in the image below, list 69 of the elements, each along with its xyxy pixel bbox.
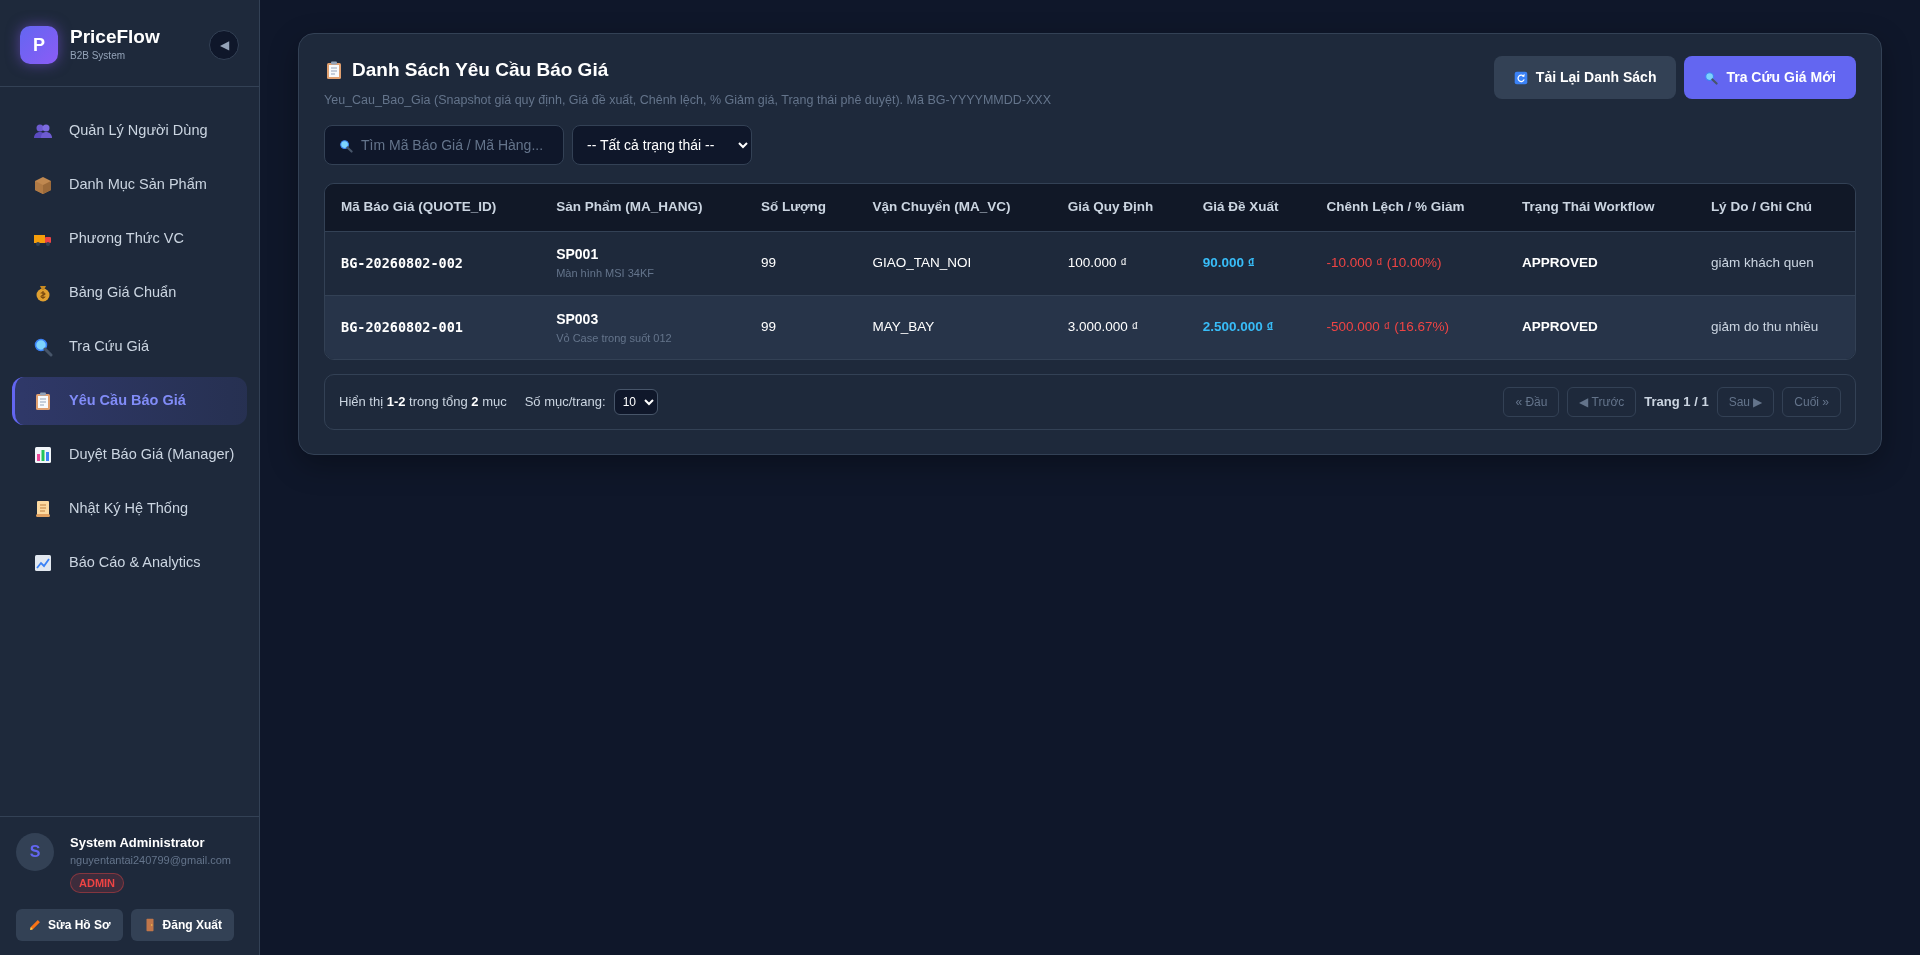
role-badge: ADMIN — [70, 872, 125, 893]
nav-item[interactable]: Nhật Ký Hệ Thống — [12, 485, 247, 533]
box-icon — [33, 175, 53, 195]
column-header: Số Lượng — [744, 184, 857, 231]
clipboard-icon — [324, 60, 344, 81]
avatar: S — [16, 832, 54, 871]
scroll-icon — [33, 499, 53, 519]
proposed-price-cell: 90.000 ₫ — [1186, 231, 1311, 295]
column-header: Mã Báo Giá (QUOTE_ID) — [325, 184, 541, 231]
logout-button[interactable]: Đăng Xuất — [130, 909, 234, 941]
quote-id-cell: BG-20260802-002 — [325, 231, 541, 295]
search-icon — [1704, 70, 1719, 85]
proposed-price-cell: 2.500.000 ₫ — [1186, 295, 1311, 359]
bar-chart-icon — [33, 445, 53, 465]
search-icon — [339, 139, 353, 154]
app-tagline: B2B System — [70, 48, 127, 63]
per-page-label: Số mục/trang: — [524, 393, 606, 412]
quantity-cell: 99 — [744, 231, 857, 295]
pagination-summary: Hiển thị 1-2 trong tổng 2 mục — [339, 393, 507, 412]
nav-item[interactable]: Yêu Cầu Báo Giá — [12, 377, 247, 425]
product-name: Vỏ Case trong suốt 012 — [556, 330, 673, 346]
nav-item[interactable]: Báo Cáo & Analytics — [12, 539, 247, 587]
nav-item[interactable]: Duyệt Báo Giá (Manager) — [12, 431, 247, 479]
logo: P — [20, 26, 58, 64]
status-cell: APPROVED — [1505, 231, 1695, 295]
quantity-cell: 99 — [744, 295, 857, 359]
reload-button[interactable]: Tải Lại Danh Sách — [1493, 56, 1677, 99]
pencil-icon — [28, 918, 42, 932]
page-info: Trang 1 / 1 — [1644, 393, 1709, 412]
note-cell: giảm do thu nhiều — [1694, 295, 1855, 359]
magnifier-icon — [33, 337, 53, 357]
product-code: SP001 — [556, 245, 600, 265]
column-header: Giá Quy Định — [1051, 184, 1187, 231]
difference-cell: -10.000 ₫ (10.00%) — [1310, 231, 1506, 295]
list-price-cell: 100.000 ₫ — [1051, 231, 1187, 295]
nav-item[interactable]: Phương Thức VC — [12, 215, 247, 263]
user-name: System Administrator — [70, 833, 206, 852]
list-price-cell: 3.000.000 ₫ — [1051, 295, 1187, 359]
column-header: Sản Phẩm (MA_HANG) — [540, 184, 745, 231]
nav-item[interactable]: Quản Lý Người Dùng — [12, 107, 247, 155]
page-subtitle: Yeu_Cau_Bao_Gia (Snapshot giá quy định, Giá đề xuất, Chênh lệch, % Giảm giá, Trạng thái phê duyệt). Mã BG-YYYYMMDD-XXX — [324, 91, 1051, 109]
user-email: nguyentantai240799@gmail.com — [70, 853, 231, 868]
nav-item[interactable]: Bảng Giá Chuẩn — [12, 269, 247, 317]
edit-profile-button[interactable]: Sửa Hồ Sơ — [16, 909, 123, 941]
app-name: PriceFlow — [70, 27, 161, 48]
collapse-button[interactable]: ◀ — [209, 30, 239, 60]
nav-item[interactable]: Tra Cứu Giá — [12, 323, 247, 371]
product-name: Màn hình MSI 34KF — [556, 266, 655, 282]
search-field[interactable]: Tìm Mã Báo Giá / Mã Hàng... — [325, 126, 563, 165]
column-header: Vận Chuyển (MA_VC) — [856, 184, 1052, 231]
clipboard-icon — [33, 391, 53, 411]
nav-item[interactable]: Danh Mục Sản Phẩm — [12, 161, 247, 209]
product-code: SP003 — [556, 309, 600, 329]
new-lookup-button[interactable]: Tra Cứu Giá Mới — [1684, 56, 1856, 99]
difference-cell: -500.000 ₫ (16.67%) — [1310, 295, 1506, 359]
per-page-select[interactable]: 10 — [613, 389, 658, 415]
column-header: Lý Do / Ghi Chú — [1694, 184, 1855, 231]
column-header: Chênh Lệch / % Giảm — [1310, 184, 1506, 231]
status-cell: APPROVED — [1505, 295, 1695, 359]
quote-id-cell: BG-20260802-001 — [325, 295, 541, 359]
column-header: Trạng Thái Workflow — [1505, 184, 1695, 231]
note-cell: giảm khách quen — [1694, 231, 1855, 295]
line-chart-icon — [33, 553, 53, 573]
shipping-cell: GIAO_TAN_NOI — [856, 231, 1052, 295]
shipping-cell: MAY_BAY — [856, 295, 1052, 359]
refresh-icon — [1513, 70, 1528, 85]
column-header: Giá Đề Xuất — [1186, 184, 1311, 231]
page-title: Danh Sách Yêu Cầu Báo Giá — [352, 58, 609, 82]
status-select[interactable]: -- Tất cả trạng thái -- — [572, 125, 752, 166]
